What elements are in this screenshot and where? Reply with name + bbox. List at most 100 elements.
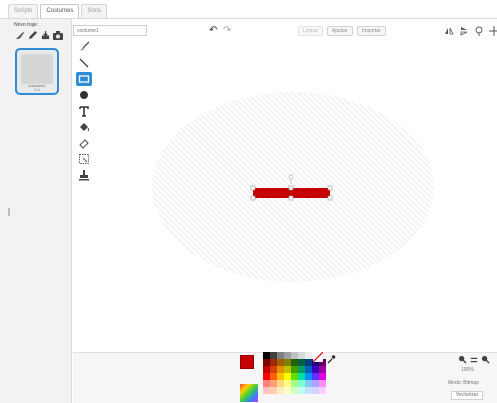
costume-preview — [21, 54, 53, 84]
color-swatch[interactable] — [270, 366, 277, 373]
color-swatch[interactable] — [291, 352, 298, 359]
color-swatch[interactable] — [312, 366, 319, 373]
color-swatch[interactable] — [291, 359, 298, 366]
eyedropper-icon[interactable] — [326, 354, 336, 364]
stamp-tool[interactable] — [76, 168, 92, 182]
color-swatch[interactable] — [263, 380, 270, 387]
color-swatch[interactable] — [277, 380, 284, 387]
color-swatch[interactable] — [263, 387, 270, 394]
select-icon — [79, 154, 89, 164]
color-swatch[interactable] — [277, 366, 284, 373]
color-swatch[interactable] — [284, 359, 291, 366]
zoom-level: 100% — [461, 367, 474, 373]
rectangle-tool[interactable] — [76, 72, 92, 86]
rectangle-icon — [78, 75, 90, 83]
clear-button[interactable]: Limpar — [298, 26, 324, 36]
color-swatch[interactable] — [270, 387, 277, 394]
paint-brush-icon[interactable] — [14, 30, 24, 40]
flip-vertical-icon[interactable] — [458, 25, 469, 36]
color-swatch[interactable] — [284, 380, 291, 387]
color-swatch[interactable] — [284, 352, 291, 359]
flip-horizontal-icon[interactable] — [443, 25, 454, 36]
color-swatch[interactable] — [305, 380, 312, 387]
brush-icon — [80, 41, 90, 51]
costume-name-input[interactable] — [73, 25, 147, 36]
color-swatch[interactable] — [277, 387, 284, 394]
mode-label: Modo: Bitmap — [448, 380, 479, 386]
add-button[interactable]: Ajustar — [327, 26, 353, 36]
color-swatch[interactable] — [319, 380, 326, 387]
convert-to-vector-button[interactable]: Vectorizar — [451, 391, 484, 400]
no-color-icon[interactable] — [313, 352, 323, 362]
current-color-swatch[interactable] — [240, 355, 254, 369]
text-tool[interactable] — [76, 104, 92, 118]
costume-size: 1x1 — [33, 87, 41, 92]
import-icon[interactable] — [40, 30, 50, 40]
color-swatch[interactable] — [291, 380, 298, 387]
tab-costumes[interactable]: Costumes — [40, 4, 80, 18]
brush-tool[interactable] — [76, 40, 92, 54]
color-swatch[interactable] — [319, 387, 326, 394]
color-swatch[interactable] — [298, 387, 305, 394]
color-swatch[interactable] — [263, 352, 270, 359]
color-swatch[interactable] — [270, 373, 277, 380]
import-button[interactable]: Importar — [357, 26, 386, 36]
color-swatch[interactable] — [291, 366, 298, 373]
eraser-tool[interactable] — [76, 136, 92, 150]
stamp-icon — [79, 170, 89, 181]
ellipse-tool[interactable] — [76, 88, 92, 102]
color-swatch[interactable] — [305, 359, 312, 366]
color-swatch[interactable] — [312, 387, 319, 394]
color-swatch[interactable] — [291, 373, 298, 380]
color-swatch[interactable] — [277, 373, 284, 380]
undo-icon[interactable]: ↶ — [209, 25, 217, 36]
color-swatch[interactable] — [284, 387, 291, 394]
color-swatch[interactable] — [263, 373, 270, 380]
fill-tool[interactable] — [76, 120, 92, 134]
tab-scripts[interactable]: Scripts — [8, 4, 39, 18]
color-swatch[interactable] — [270, 352, 277, 359]
costume-thumbnail[interactable]: costume1 1x1 — [15, 48, 59, 95]
line-icon — [79, 58, 89, 68]
color-swatch[interactable] — [298, 380, 305, 387]
color-swatch[interactable] — [291, 387, 298, 394]
color-swatch[interactable] — [298, 352, 305, 359]
color-swatch[interactable] — [263, 366, 270, 373]
color-swatch[interactable] — [277, 352, 284, 359]
color-swatch[interactable] — [312, 380, 319, 387]
zoom-out-icon[interactable] — [458, 355, 467, 364]
color-swatch[interactable] — [277, 359, 284, 366]
color-swatch[interactable] — [298, 373, 305, 380]
color-swatch[interactable] — [305, 373, 312, 380]
pane-resize-handle[interactable] — [8, 208, 10, 216]
color-swatch[interactable] — [263, 359, 270, 366]
set-center-icon[interactable] — [473, 25, 484, 36]
tab-sounds[interactable]: Sons — [81, 4, 108, 18]
text-icon — [79, 106, 89, 117]
transform-tools — [443, 25, 497, 36]
color-swatch[interactable] — [270, 380, 277, 387]
color-swatch[interactable] — [305, 352, 312, 359]
rectangle-shape[interactable] — [245, 172, 340, 208]
camera-icon[interactable] — [53, 30, 63, 40]
color-swatch[interactable] — [298, 366, 305, 373]
color-swatch[interactable] — [319, 373, 326, 380]
color-swatch[interactable] — [305, 366, 312, 373]
color-swatch[interactable] — [284, 373, 291, 380]
zoom-in-icon[interactable] — [481, 355, 490, 364]
color-swatch[interactable] — [319, 366, 326, 373]
pencil-icon[interactable] — [27, 30, 37, 40]
center-crosshair-icon[interactable] — [488, 25, 497, 36]
select-tool[interactable] — [76, 152, 92, 166]
redo-icon[interactable]: ↷ — [223, 25, 231, 36]
color-swatch[interactable] — [270, 359, 277, 366]
color-swatch[interactable] — [312, 373, 319, 380]
color-swatch[interactable] — [284, 366, 291, 373]
eraser-icon — [79, 139, 89, 149]
color-gradient-picker[interactable] — [240, 384, 258, 402]
line-tool[interactable] — [76, 56, 92, 70]
paint-toolbar — [76, 40, 94, 184]
color-swatch[interactable] — [298, 359, 305, 366]
zoom-reset-icon[interactable] — [470, 356, 478, 364]
color-swatch[interactable] — [305, 387, 312, 394]
